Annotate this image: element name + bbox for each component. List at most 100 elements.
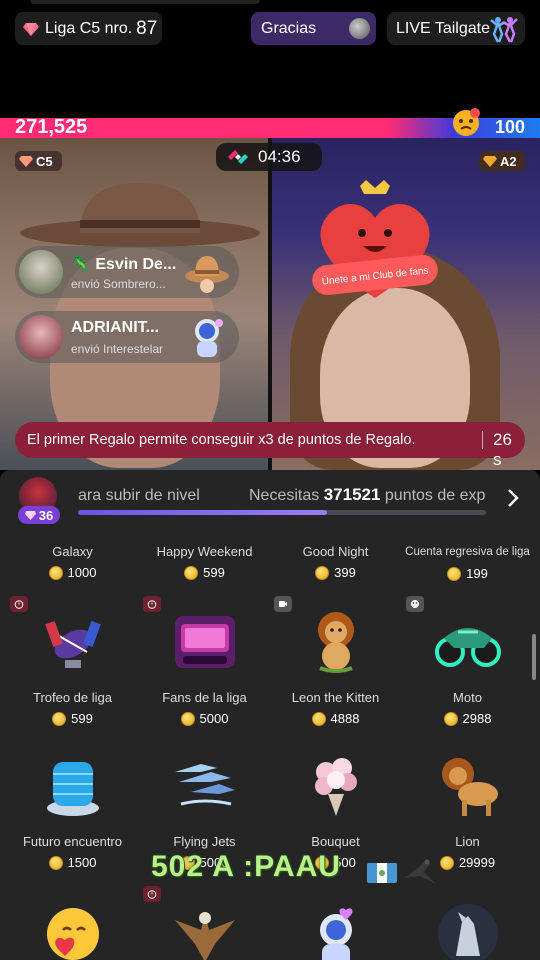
- gift-price: 1500: [5, 855, 140, 870]
- cowboy-hat-icon: [185, 256, 229, 293]
- lion-kitten-icon: [317, 612, 354, 673]
- gift-name: Fans de la liga: [162, 690, 247, 705]
- gift-price-value: 4888: [330, 711, 360, 726]
- gift-price: 199: [400, 566, 535, 581]
- gift-item-fans-de-la-liga[interactable]: Fans de la liga 5000: [137, 596, 272, 726]
- level-text: ara subir de nivel: [78, 487, 200, 504]
- astronaut-heart-icon: [319, 908, 353, 960]
- level-badge: 36: [18, 506, 60, 524]
- gift-item-hug[interactable]: [5, 900, 140, 960]
- gift-item-astronaut[interactable]: [268, 900, 403, 960]
- gift-item-happy-weekend[interactable]: Happy Weekend 599: [137, 544, 272, 580]
- gift-price: 2988: [400, 711, 535, 726]
- guatemala-flag-icon: [367, 863, 397, 883]
- gift-price: 5000: [137, 711, 272, 726]
- gift-price: 599: [5, 711, 140, 726]
- gift-name: Leon the Kitten: [291, 690, 380, 705]
- gift-item-eagle[interactable]: [137, 886, 272, 960]
- coin-icon: [443, 711, 458, 726]
- timer-tag-icon: [143, 596, 161, 612]
- battle-icon: [228, 150, 248, 164]
- cowboy-hat-filter: [20, 183, 260, 247]
- gift-name: Cuenta regresiva de liga: [405, 546, 530, 558]
- promo-text: El primer Regalo permite conseguir x3 de…: [27, 432, 416, 448]
- gift-item-trofeo-de-liga[interactable]: Trofeo de liga 599: [5, 596, 140, 726]
- sender-avatar: [19, 250, 63, 294]
- points-suffix: puntos de exp: [384, 487, 486, 504]
- coin-icon: [311, 711, 326, 726]
- gift-price-value: 399: [334, 565, 356, 580]
- points-needed-text: Necesitas 371521 puntos de exp: [249, 485, 489, 505]
- gift-item-galaxy[interactable]: Galaxy 1000: [5, 544, 140, 580]
- gift-name: Futuro encuentro: [22, 834, 122, 849]
- fan-club-heart-icon[interactable]: Únete a mi Club de fans: [300, 178, 450, 308]
- league-pill[interactable]: Liga C5 nro. 87: [15, 12, 162, 45]
- gift-price: 399: [268, 565, 403, 580]
- coin-icon: [48, 855, 63, 870]
- left-tier-label: C5: [36, 153, 53, 169]
- timer-tag-icon: [143, 886, 161, 902]
- coin-icon: [180, 711, 195, 726]
- gift-grid-scrollbar[interactable]: [532, 634, 536, 680]
- gift-promo-banner[interactable]: El primer Regalo permite conseguir x3 de…: [15, 422, 525, 469]
- level-progress-track: [78, 510, 486, 515]
- hug-emoji-icon: [46, 908, 99, 960]
- pouting-face-icon: [453, 108, 480, 136]
- gift-price-value: 199: [466, 566, 488, 581]
- gift-item-wolf[interactable]: [400, 900, 535, 960]
- gift-item-moto[interactable]: Moto 2988: [400, 596, 535, 726]
- thanks-label: Gracias: [261, 19, 317, 37]
- coin-icon: [48, 565, 63, 580]
- left-tier-badge: C5: [15, 151, 62, 171]
- tier-diamond-icon: [19, 156, 33, 167]
- gift-item-leon-the-kitten[interactable]: Leon the Kitten 4888: [268, 596, 403, 726]
- top-header: Liga C5 nro. 87 Gracias LIVE Tailgate: [0, 0, 540, 118]
- gift-name: Good Night: [302, 544, 369, 559]
- gift-item-lion[interactable]: Lion 29999: [400, 752, 535, 870]
- league-label: Liga C5 nro.: [45, 19, 133, 37]
- gift-price: 4888: [268, 711, 403, 726]
- gift-action: envió Interestelar: [71, 342, 164, 356]
- video-tag-icon: [274, 596, 292, 612]
- gift-name: Galaxy: [52, 544, 93, 559]
- chevron-right-icon[interactable]: [506, 488, 520, 508]
- gift-item-futuro-encuentro[interactable]: Futuro encuentro 1500: [5, 752, 140, 870]
- battle-score-bar: 271,525 100: [0, 108, 540, 138]
- gift-item-countdown[interactable]: Cuenta regresiva de liga 199: [400, 546, 535, 581]
- gift-notification[interactable]: ADRIANIT... envió Interestelar: [15, 311, 239, 363]
- quetzal-bird-icon: [404, 859, 436, 884]
- gift-price: 599: [137, 565, 272, 580]
- gift-price-value: 1000: [67, 565, 97, 580]
- gift-notification[interactable]: 🦎 Esvin De... envió Sombrero...: [15, 246, 239, 298]
- lion-icon: [441, 758, 498, 816]
- dancers-icon: [490, 17, 518, 43]
- gift-name: Lion: [455, 834, 480, 849]
- sender-name: 🦎 Esvin De...: [71, 256, 177, 273]
- league-screen-icon: [174, 616, 235, 668]
- future-building-icon: [46, 762, 99, 816]
- level-number: 36: [38, 507, 54, 523]
- gift-price-value: 1500: [67, 855, 97, 870]
- level-progress-row[interactable]: 36 ara subir de nivel Necesitas 371521 p…: [0, 470, 540, 532]
- league-number: 87: [136, 17, 158, 39]
- astronaut-icon: [195, 319, 223, 357]
- gift-price-value: 599: [71, 711, 93, 726]
- thanks-pill[interactable]: Gracias: [251, 12, 376, 45]
- gift-name: Flying Jets: [173, 834, 236, 849]
- wolf-icon: [437, 904, 498, 960]
- gift-name: Happy Weekend: [156, 544, 253, 559]
- sender-avatar: [19, 315, 63, 359]
- coin-icon: [439, 855, 454, 870]
- top-status-sliver: [30, 0, 260, 4]
- gift-item-good-night[interactable]: Good Night 399: [268, 544, 403, 580]
- level-diamond-icon: [24, 511, 36, 520]
- palette-tag-icon: [406, 596, 424, 612]
- live-tailgate-pill[interactable]: LIVE Tailgate: [387, 12, 525, 45]
- coin-icon: [184, 565, 199, 580]
- thanks-avatar: [349, 18, 370, 39]
- battle-timer: 04:36: [216, 143, 322, 171]
- sender-name: ADRIANIT...: [71, 319, 159, 336]
- football-trophy-icon: [44, 621, 101, 668]
- gift-price-value: 5000: [199, 711, 229, 726]
- overlay-caption: 502 A :PAAU: [151, 850, 341, 883]
